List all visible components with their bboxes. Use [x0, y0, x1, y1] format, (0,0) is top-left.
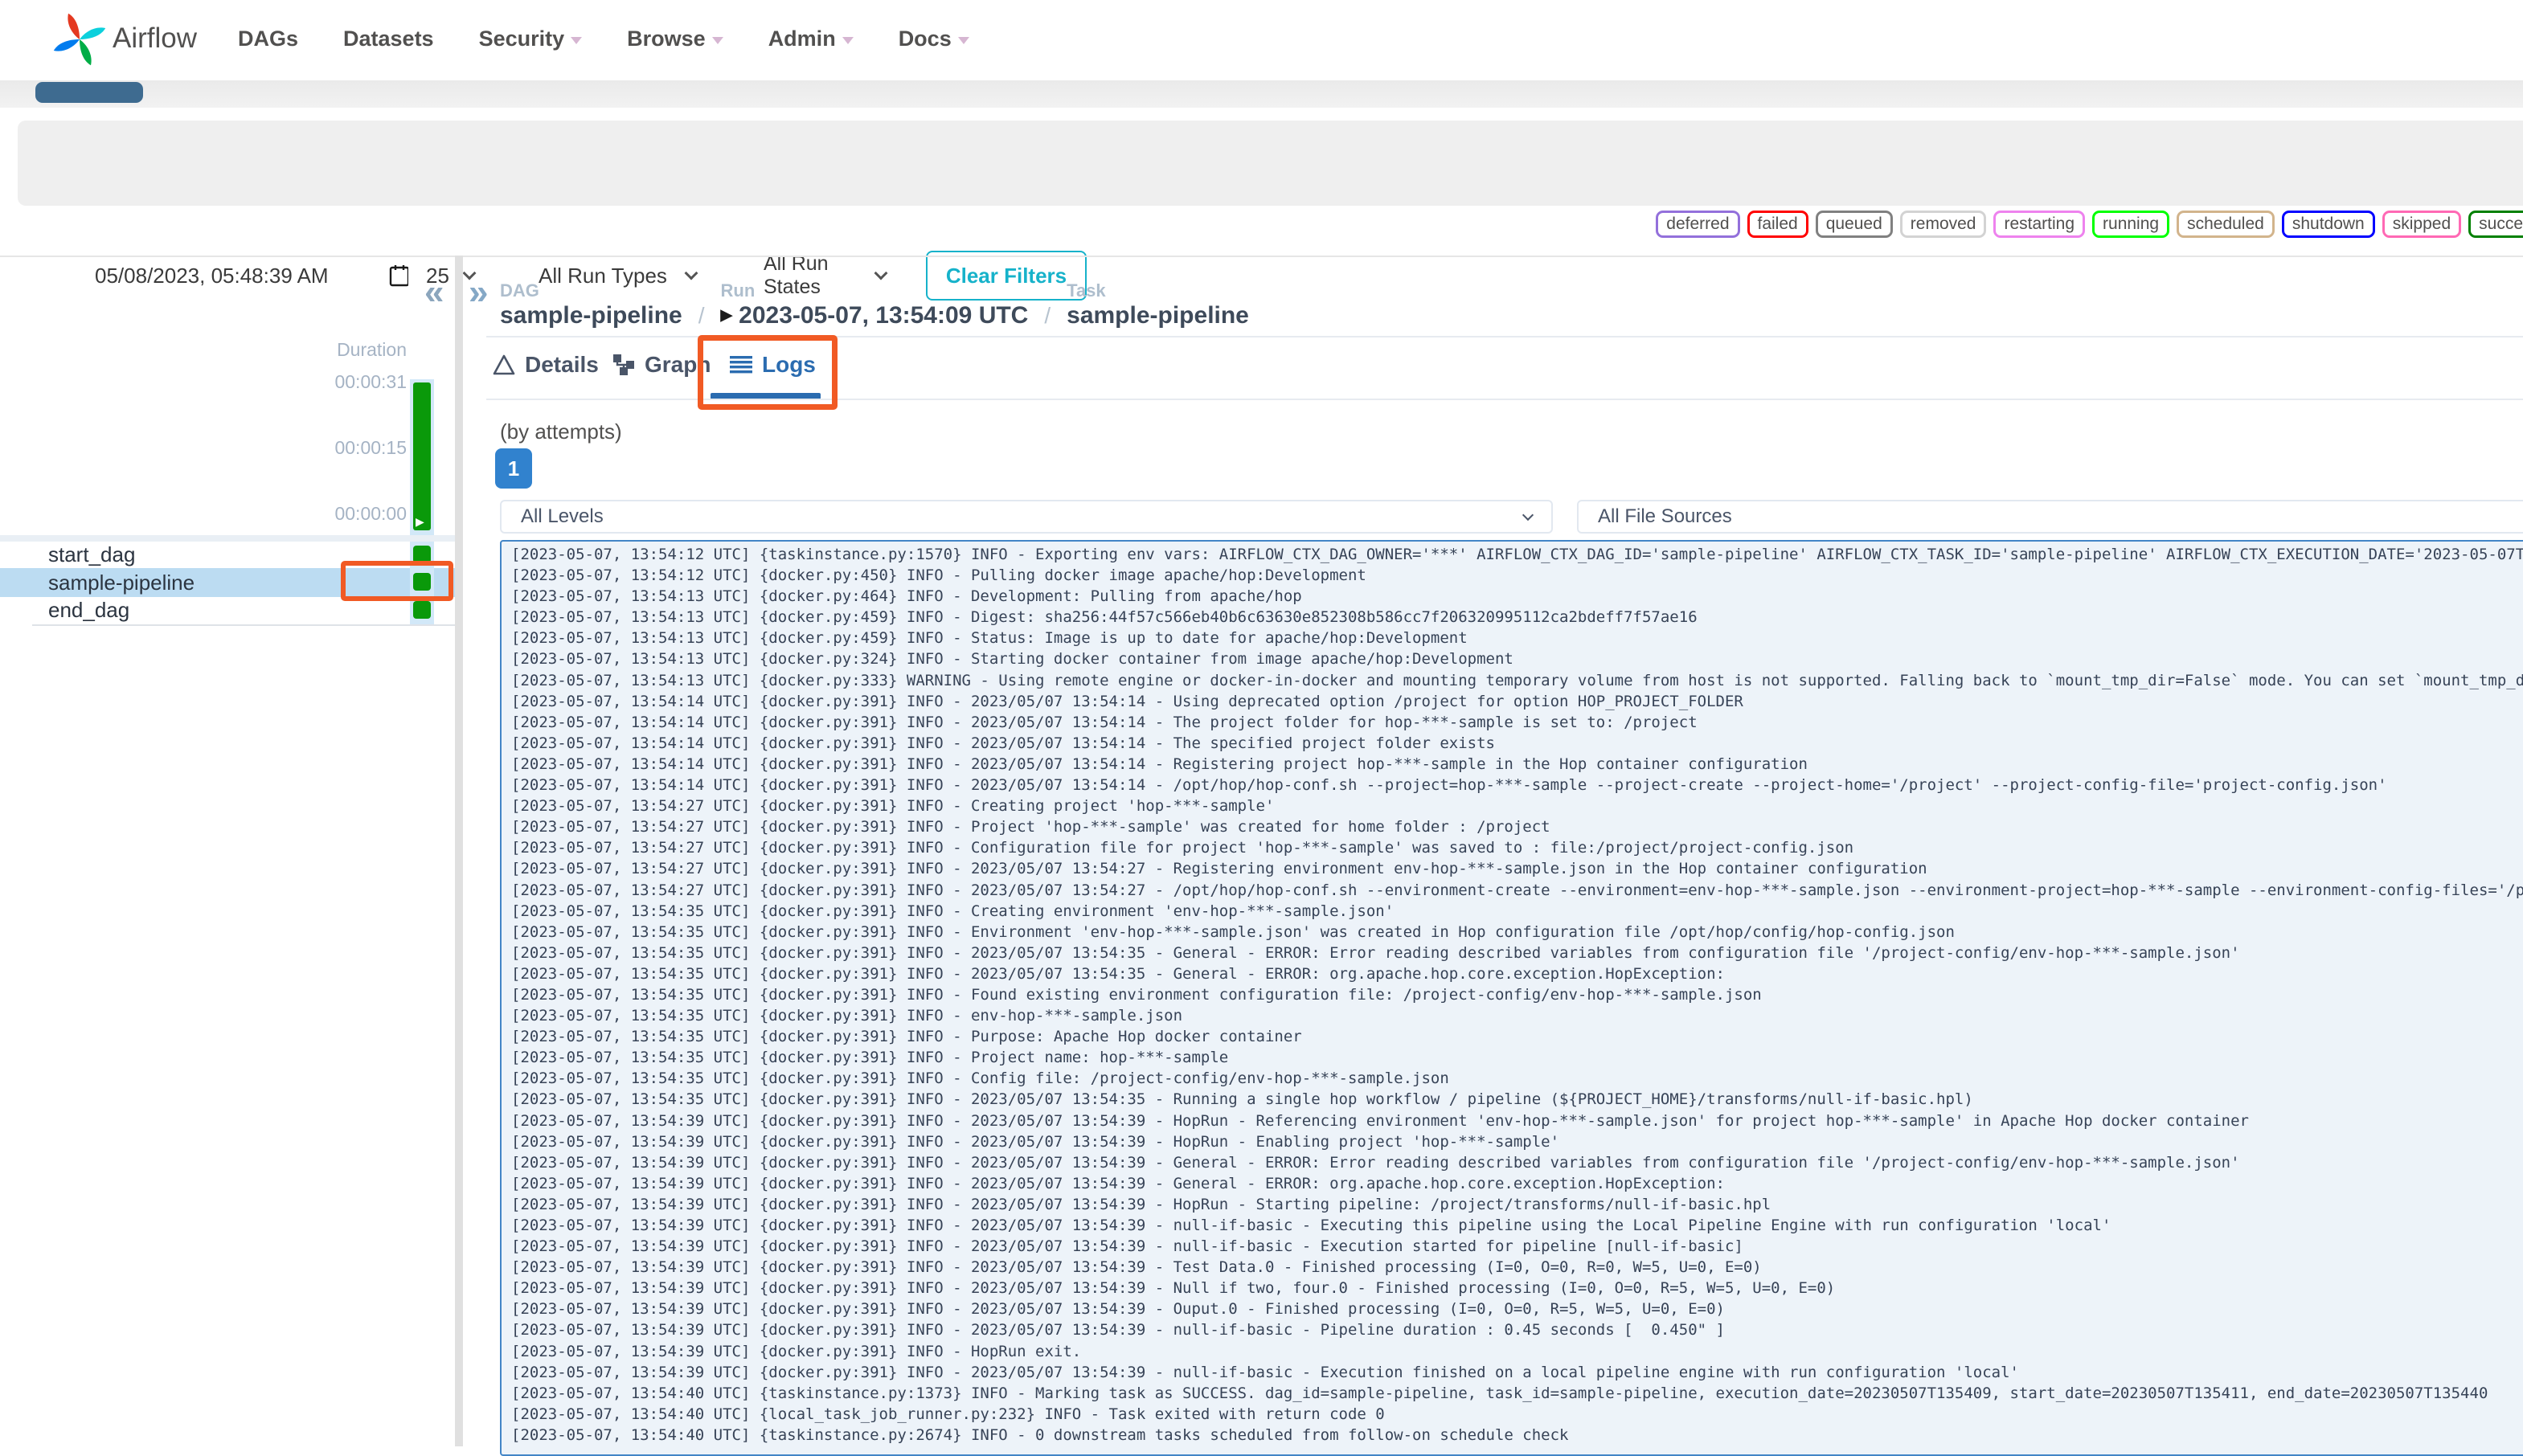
breadcrumb-dag[interactable]: DAG sample-pipeline	[500, 280, 682, 331]
main-nav: DAGs Datasets Security Browse Admin Docs	[238, 27, 969, 51]
calendar-icon[interactable]	[389, 264, 410, 287]
nav-security-label: Security	[478, 27, 565, 51]
warning-triangle-icon	[493, 354, 515, 375]
collapse-panel-icon[interactable]: «	[424, 275, 444, 310]
tab-graph[interactable]: Graph	[612, 352, 711, 378]
log-output-panel[interactable]: [2023-05-07, 13:54:12 UTC] {taskinstance…	[500, 540, 2523, 1456]
duration-axis-title: Duration	[337, 339, 407, 360]
state-badge-queued[interactable]: queued	[1815, 211, 1893, 238]
nav-browse-label: Browse	[627, 27, 706, 51]
breadcrumb-dag-label: DAG	[500, 280, 539, 301]
chevron-down-icon	[684, 266, 698, 280]
chevron-down-icon	[842, 37, 854, 44]
chevron-down-icon	[571, 37, 583, 44]
chevron-down-icon	[711, 37, 723, 44]
breadcrumb-task-value: sample-pipeline	[1067, 302, 1249, 329]
run-type-play-icon: ▶	[720, 307, 733, 325]
state-badge-scheduled[interactable]: scheduled	[2177, 211, 2275, 238]
breadcrumb-run-value: 2023-05-07, 13:54:09 UTC	[739, 302, 1029, 329]
tab-details[interactable]: Details	[493, 352, 599, 378]
chevron-down-icon	[957, 37, 969, 44]
nav-docs-label: Docs	[898, 27, 952, 51]
breadcrumb-separator: /	[698, 302, 705, 328]
state-badge-removed[interactable]: removed	[1899, 211, 1987, 238]
top-navbar: Airflow DAGs Datasets Security Browse Ad…	[0, 0, 2523, 80]
nav-datasets-label: Datasets	[343, 27, 434, 51]
duration-tick: 00:00:31	[334, 371, 407, 392]
nav-security[interactable]: Security	[479, 27, 583, 51]
nav-dags[interactable]: DAGs	[238, 27, 298, 51]
log-output-text: [2023-05-07, 13:54:12 UTC] {taskinstance…	[511, 546, 2523, 1444]
base-date-input[interactable]: 05/08/2023, 05:48:39 AM	[77, 251, 428, 301]
brand-name[interactable]: Airflow	[113, 22, 197, 55]
state-badge-deferred[interactable]: deferred	[1656, 211, 1740, 238]
chevron-down-icon	[1522, 509, 1534, 521]
content-divider	[0, 256, 2523, 257]
tab-details-label: Details	[525, 352, 599, 377]
file-source-select[interactable]: All File Sources	[1577, 500, 2523, 534]
breadcrumb-run-label: Run	[720, 280, 756, 301]
task-name: end_dag	[48, 598, 130, 622]
chevron-down-icon	[874, 266, 888, 280]
airflow-logo-icon[interactable]	[51, 10, 108, 69]
base-date-value: 05/08/2023, 05:48:39 AM	[95, 263, 329, 288]
breadcrumb-run[interactable]: Run ▶ 2023-05-07, 13:54:09 UTC	[720, 280, 1029, 331]
graph-icon	[613, 354, 634, 375]
nav-docs[interactable]: Docs	[899, 27, 969, 51]
state-badge-restarting[interactable]: restarting	[1993, 211, 2086, 238]
log-level-select[interactable]: All Levels	[500, 500, 1553, 534]
manual-run-play-icon: ▶	[416, 515, 424, 528]
state-badge-skipped[interactable]: skipped	[2382, 211, 2462, 238]
subnav-band	[0, 80, 2523, 108]
breadcrumb: DAG sample-pipeline / Run ▶ 2023-05-07, …	[500, 280, 1249, 331]
dag-run-duration-bar[interactable]: ▶	[413, 382, 431, 530]
by-attempts-label: (by attempts)	[500, 419, 622, 444]
expand-panel-icon[interactable]: »	[469, 275, 488, 310]
task-name: start_dag	[48, 542, 136, 566]
task-status-square-end-dag[interactable]	[413, 601, 431, 619]
log-level-value: All Levels	[521, 505, 604, 527]
state-badge-failed[interactable]: failed	[1747, 211, 1808, 238]
breadcrumb-separator: /	[1044, 302, 1051, 328]
nav-admin-label: Admin	[768, 27, 836, 51]
partial-blue-tab[interactable]	[35, 82, 143, 103]
grid-bottom-border	[32, 624, 455, 626]
duration-tick: 00:00:15	[334, 437, 407, 458]
breadcrumb-dag-value: sample-pipeline	[500, 302, 682, 329]
task-name: sample-pipeline	[48, 570, 195, 595]
state-badge-shutdown[interactable]: shutdown	[2281, 211, 2375, 238]
annotation-task-status-highlight	[341, 561, 453, 601]
file-source-value: All File Sources	[1598, 505, 1732, 527]
duration-tick: 00:00:00	[334, 503, 407, 524]
breadcrumb-task[interactable]: Task sample-pipeline	[1067, 280, 1249, 331]
panel-resize-handle[interactable]	[455, 256, 463, 1446]
annotation-logs-tab-highlight	[698, 335, 838, 410]
nav-admin[interactable]: Admin	[768, 27, 854, 51]
nav-browse[interactable]: Browse	[627, 27, 723, 51]
attempt-1-button[interactable]: 1	[495, 448, 532, 489]
filter-bar: 05/08/2023, 05:48:39 AM 25 All Run Types…	[18, 121, 2523, 301]
grid-row-separator	[0, 535, 455, 542]
state-badge-success[interactable]: success	[2468, 211, 2523, 238]
breadcrumb-task-label: Task	[1067, 280, 1106, 301]
nav-datasets[interactable]: Datasets	[343, 27, 434, 51]
state-badge-running[interactable]: running	[2092, 211, 2170, 238]
state-legend: deferred failed queued removed restartin…	[1656, 211, 2523, 238]
nav-dags-label: DAGs	[238, 27, 299, 51]
